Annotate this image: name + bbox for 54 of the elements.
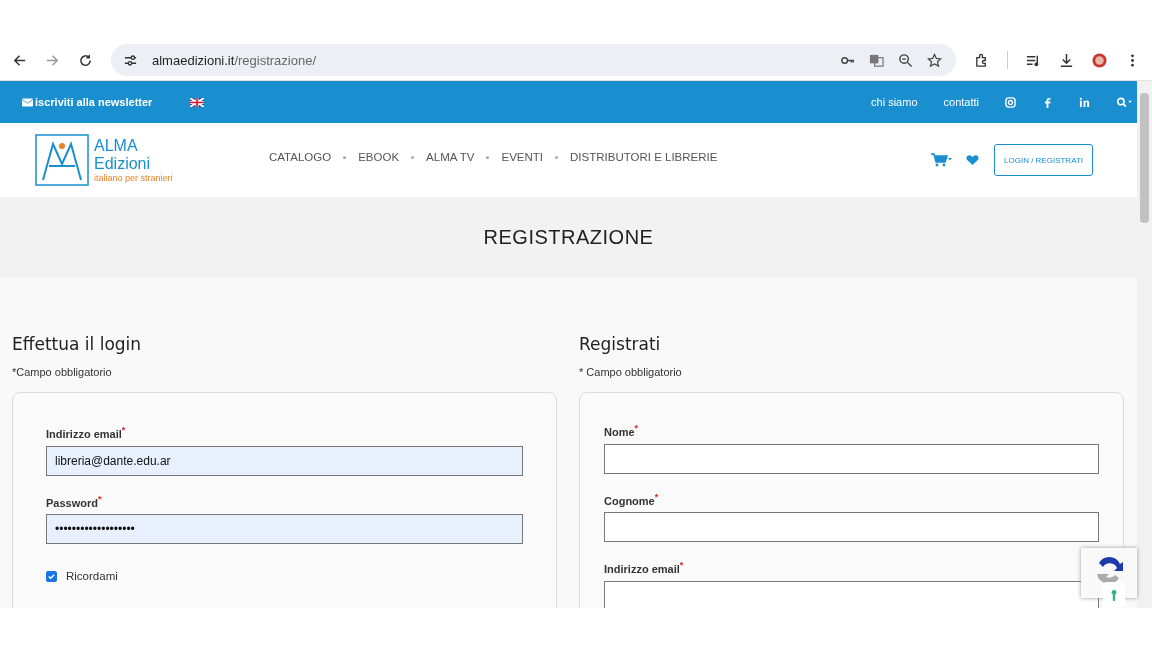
nav-link[interactable]: ALMA TV	[426, 151, 475, 163]
zoom-icon[interactable]	[898, 52, 913, 68]
nav-link[interactable]: DISTRIBUTORI E LIBRERIE	[570, 151, 718, 163]
site-settings-icon[interactable]	[123, 52, 138, 68]
star-icon[interactable]	[927, 52, 942, 68]
page-title: REGISTRAZIONE	[483, 226, 654, 249]
newsletter-link[interactable]: iscriviti alla newsletter	[22, 96, 153, 108]
nav-link[interactable]: CATALOGO	[269, 151, 332, 163]
field-label: Cognome$^{*}$	[604, 491, 660, 507]
required-note: * Campo obbligatorio	[579, 366, 683, 378]
field-label: Indirizzo email$^{*}$	[46, 425, 127, 440]
input-field[interactable]: •••••••••••••••••••	[46, 514, 523, 545]
nav-link[interactable]: EVENTI	[501, 151, 544, 163]
scrollbar[interactable]	[1137, 81, 1152, 608]
heart-icon[interactable]	[966, 154, 979, 166]
uk-flag-icon[interactable]	[190, 97, 205, 107]
accessibility-icon[interactable]	[1103, 582, 1125, 608]
logo-title: ALMA	[94, 137, 139, 155]
register-heading: Registrati	[579, 334, 662, 354]
field-label: Password$^{*}$	[46, 493, 103, 509]
login-heading: Effettua il login	[12, 334, 143, 354]
input-field[interactable]	[604, 512, 1099, 543]
linkedin-icon[interactable]	[1079, 96, 1090, 108]
nav-separator-dot	[411, 155, 415, 159]
profile-avatar-icon[interactable]	[1092, 52, 1107, 68]
instagram-icon[interactable]	[1005, 96, 1016, 108]
reload-icon[interactable]	[78, 52, 93, 68]
remember-label: Ricordami	[66, 570, 118, 583]
input-field[interactable]: libreria@dante.edu.ar	[46, 445, 523, 476]
login-register-button[interactable]: LOGIN / REGISTRATI	[994, 144, 1093, 176]
remember-checkbox[interactable]	[46, 570, 57, 582]
recaptcha-icon	[1094, 554, 1124, 584]
nav-separator-dot	[555, 155, 559, 159]
nav-link[interactable]: EBOOK	[358, 151, 400, 163]
logo-subtitle: Edizioni	[94, 155, 152, 173]
extensions-icon[interactable]	[974, 52, 989, 68]
url-text: almaedizioni.it/registrazione/	[152, 52, 317, 68]
field-label: Nome$^{*}$	[604, 423, 640, 438]
input-field[interactable]	[604, 443, 1099, 474]
download-icon[interactable]	[1059, 52, 1074, 68]
search-icon[interactable]	[1116, 96, 1133, 108]
translate-icon[interactable]	[869, 52, 884, 68]
cart-icon[interactable]	[931, 153, 953, 167]
nav-separator-dot	[343, 155, 347, 159]
top-link[interactable]: contatti	[943, 96, 979, 108]
top-link[interactable]: chi siamo	[871, 96, 918, 108]
address-bar[interactable]: almaedizioni.it/registrazione/	[111, 44, 956, 76]
field-label: Indirizzo email$^{*}$	[604, 560, 685, 575]
required-note: *Campo obbligatorio	[12, 366, 113, 378]
envelope-icon	[22, 97, 33, 107]
facebook-icon[interactable]	[1042, 96, 1053, 108]
nav-separator-dot	[486, 155, 490, 159]
logo-icon[interactable]	[35, 134, 89, 186]
logo-tagline: italiano per stranieri	[94, 173, 173, 183]
